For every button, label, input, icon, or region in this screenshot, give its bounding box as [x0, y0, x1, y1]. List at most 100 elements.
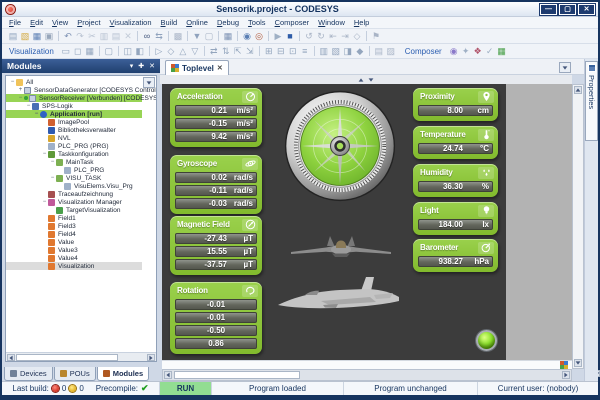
visu-toolbar-icon-20[interactable]: ⊟ [275, 45, 287, 57]
visu-toolbar-icon-1[interactable]: ◻ [72, 45, 84, 57]
toolbar-icon-23[interactable]: ◎ [253, 30, 265, 42]
tree-item-taskkonfiguration[interactable]: − Taskkonfiguration [6, 150, 142, 158]
tab-properties[interactable]: Properties [585, 61, 598, 141]
visu-toolbar-icon-21[interactable]: ⊡ [287, 45, 299, 57]
visu-toolbar-icon-30[interactable]: ▨ [385, 45, 397, 57]
toolbar-icon-18[interactable]: ▢ [203, 30, 215, 42]
tree-item-plc-prg-prg[interactable]: PLC_PRG (PRG) [6, 142, 142, 150]
tree-expander-icon[interactable]: − [41, 150, 48, 158]
menu-window[interactable]: Window [318, 18, 345, 27]
tree-expander-icon[interactable]: − [9, 78, 16, 86]
editor-horizontal-scrollbar[interactable] [162, 369, 572, 381]
visu-toolbar-icon-6[interactable]: ◫ [122, 45, 134, 57]
toolbar-icon-10[interactable]: ✕ [122, 30, 134, 42]
tree-item-plc-prg[interactable]: PLC_PRG [6, 166, 142, 174]
close-button[interactable]: ✕ [577, 2, 596, 16]
tree-item-application-run[interactable]: − Application [run] [6, 110, 142, 118]
tree-item-visualization[interactable]: Visualization [6, 262, 142, 270]
menu-composer[interactable]: Composer [275, 18, 310, 27]
toolbar-icon-5[interactable]: ↶ [62, 30, 74, 42]
toolbar-icon-17[interactable]: ▼ [191, 30, 203, 42]
menu-view[interactable]: View [52, 18, 68, 27]
editor-vertical-scrollbar[interactable] [572, 84, 584, 369]
toolbar-icon-6[interactable]: ↷ [74, 30, 86, 42]
visu-toolbar-icon-4[interactable]: ▢ [103, 45, 115, 57]
tree-item-visualization-manager[interactable]: − Visualization Manager [6, 198, 142, 206]
menu-online[interactable]: Online [186, 18, 208, 27]
toolbar-icon-34[interactable]: ⚑ [370, 30, 382, 42]
tab-list-dropdown[interactable] [559, 62, 571, 73]
minimize-button[interactable]: — [539, 2, 558, 16]
visu-toolbar-icon-0[interactable]: ▭ [60, 45, 72, 57]
menu-debug[interactable]: Debug [217, 18, 239, 27]
toolbar-icon-31[interactable]: ⇥ [339, 30, 351, 42]
toolbar-icon-22[interactable]: ◉ [241, 30, 253, 42]
panel-dropdown-icon[interactable]: ▾ [130, 62, 134, 70]
menu-edit[interactable]: Edit [30, 18, 43, 27]
composer-toolbar-icon-1[interactable]: ✦ [460, 45, 472, 57]
menu-build[interactable]: Build [161, 18, 178, 27]
toolbar-icon-30[interactable]: ⇤ [327, 30, 339, 42]
tree-item-bibliotheksverwalter[interactable]: Bibliotheksverwalter [6, 126, 142, 134]
tree-expander-icon[interactable]: + [17, 86, 24, 94]
tree-expander-icon[interactable]: − [33, 110, 40, 118]
tree-item-visuelems-visu-prg[interactable]: VisuElems.Visu_Prg [6, 182, 142, 190]
visu-toolbar-icon-12[interactable]: ▽ [189, 45, 201, 57]
tree-item-targetvisualization[interactable]: TargetVisualization [6, 206, 142, 214]
tree-expander-icon[interactable]: − [41, 198, 48, 206]
tree-item-field3[interactable]: Field3 [6, 222, 142, 230]
tree-expander-icon[interactable]: − [49, 158, 56, 166]
toolbar-icon-8[interactable]: ▥ [98, 30, 110, 42]
tree-item-visu-task[interactable]: − VISU_TASK [6, 174, 142, 182]
visu-toolbar-icon-14[interactable]: ⇄ [208, 45, 220, 57]
toolbar-icon-29[interactable]: ↻ [315, 30, 327, 42]
toolbar-icon-3[interactable]: ▣ [43, 30, 55, 42]
composer-toolbar-icon-3[interactable]: ✓ [484, 45, 496, 57]
tree-expander-icon[interactable]: − [25, 102, 32, 110]
visu-toolbar-icon-15[interactable]: ⇅ [220, 45, 232, 57]
visu-toolbar-icon-22[interactable]: ≡ [299, 45, 311, 57]
visu-toolbar-icon-24[interactable]: ▥ [318, 45, 330, 57]
visu-toolbar-icon-2[interactable]: ▦ [84, 45, 96, 57]
visu-toolbar-icon-10[interactable]: ◇ [165, 45, 177, 57]
dock-tab-pous[interactable]: POUs [53, 367, 96, 381]
tab-close-icon[interactable]: ✕ [217, 64, 223, 72]
visu-toolbar-icon-16[interactable]: ⇱ [232, 45, 244, 57]
toolbar-icon-13[interactable]: ⇆ [153, 30, 165, 42]
tree-filter-dropdown[interactable] [143, 77, 155, 88]
tree-item-sensordatagenerator-codesys-control-win-v3[interactable]: + SensorDataGenerator [CODESYS Control Wi… [6, 86, 156, 94]
toolbar-icon-20[interactable]: ▦ [222, 30, 234, 42]
toolbar-icon-7[interactable]: ✂ [86, 30, 98, 42]
tree-item-sps-logik[interactable]: − SPS-Logik [6, 102, 142, 110]
tree-horizontal-scrollbar[interactable] [6, 352, 156, 361]
tree-item-all[interactable]: − All [6, 78, 142, 86]
tree-item-sensorreceiver-verbunden-codesys-control-win-v3[interactable]: − SensorReceiver [Verbunden] [CODESYS Con… [6, 94, 156, 102]
tab-toplevel[interactable]: Toplevel ✕ [165, 60, 229, 75]
toolbar-icon-9[interactable]: ▤ [110, 30, 122, 42]
tree-item-maintask[interactable]: − MainTask [6, 158, 142, 166]
toolbar-icon-12[interactable]: ∞ [141, 30, 153, 42]
menu-help[interactable]: Help [354, 18, 369, 27]
tree-item-imagepool[interactable]: ImagePool [6, 118, 142, 126]
toolbar-icon-28[interactable]: ↺ [303, 30, 315, 42]
visu-toolbar-icon-17[interactable]: ⇲ [244, 45, 256, 57]
composer-toolbar-icon-0[interactable]: ◉ [448, 45, 460, 57]
dock-tab-modules[interactable]: Modules [96, 367, 150, 381]
visu-toolbar-icon-9[interactable]: ▷ [153, 45, 165, 57]
tree-expander-icon[interactable]: − [17, 94, 24, 102]
panel-pin-icon[interactable]: ✚ [138, 62, 144, 70]
dock-tab-devices[interactable]: Devices [4, 367, 53, 381]
tree-expander-icon[interactable]: − [49, 174, 56, 182]
toolbar-icon-1[interactable]: ▧ [19, 30, 31, 42]
composer-toolbar-icon-2[interactable]: ❖ [472, 45, 484, 57]
canvas-splitter[interactable] [160, 75, 572, 84]
menu-file[interactable]: File [9, 18, 21, 27]
visu-toolbar-icon-19[interactable]: ⊞ [263, 45, 275, 57]
menu-tools[interactable]: Tools [248, 18, 266, 27]
tree-item-field4[interactable]: Field4 [6, 230, 142, 238]
tree-item-nvl[interactable]: NVL [6, 134, 142, 142]
maximize-button[interactable]: ▢ [558, 2, 577, 16]
visu-toolbar-icon-26[interactable]: ◨ [342, 45, 354, 57]
visu-toolbar-icon-11[interactable]: △ [177, 45, 189, 57]
panel-close-icon[interactable]: ✕ [149, 62, 155, 70]
